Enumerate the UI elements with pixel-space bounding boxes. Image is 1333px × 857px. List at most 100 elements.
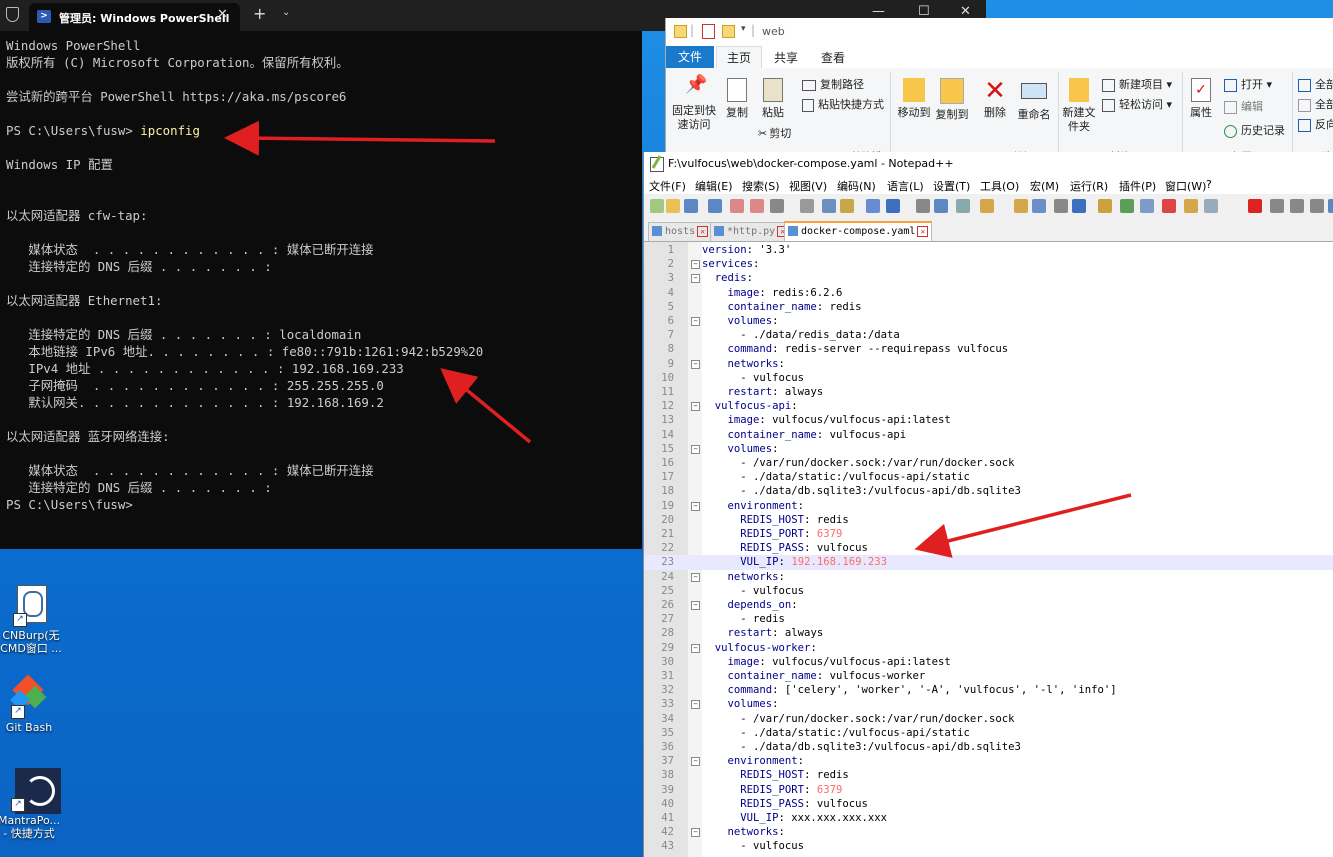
tab-docker-compose[interactable]: docker-compose.yaml ✕: [784, 221, 933, 241]
toolbar-button-icon[interactable]: [750, 199, 764, 213]
select-none-button[interactable]: 全部: [1298, 96, 1333, 112]
toolbar-button-icon[interactable]: [1032, 199, 1046, 213]
menu-item[interactable]: 宏(M): [1030, 178, 1059, 194]
toolbar-button-icon[interactable]: [1184, 199, 1198, 213]
fold-toggle-icon[interactable]: −: [691, 757, 700, 767]
toolbar-button-icon[interactable]: [1328, 199, 1333, 213]
fold-toggle-icon[interactable]: −: [691, 643, 700, 653]
fold-toggle-icon[interactable]: −: [691, 260, 700, 270]
easy-access-button[interactable]: 轻松访问 ▾: [1102, 96, 1172, 112]
toolbar-button-icon[interactable]: [956, 199, 970, 213]
copy-to-button[interactable]: 复制到: [934, 78, 970, 122]
explorer-window[interactable]: | ▾ | web 文件 主页 共享 查看 📌 固定到快速访问 复制 粘贴 复制…: [665, 18, 1333, 163]
toolbar-button-icon[interactable]: [1072, 199, 1086, 213]
history-button[interactable]: 历史记录: [1224, 122, 1285, 138]
tab-view[interactable]: 查看: [821, 49, 845, 66]
close-tab-icon[interactable]: ✕: [697, 225, 709, 237]
toolbar-button-icon[interactable]: [770, 199, 784, 213]
menu-item[interactable]: 运行(R): [1070, 178, 1108, 194]
paste-button[interactable]: 粘贴: [758, 78, 788, 120]
toolbar-button-icon[interactable]: [666, 199, 680, 213]
menu-item[interactable]: ?: [1206, 178, 1212, 191]
desktop-icon-git-bash[interactable]: ↗ Git Bash: [0, 674, 62, 734]
toolbar-button-icon[interactable]: [1204, 199, 1218, 213]
tab-file[interactable]: 文件: [666, 46, 715, 68]
toolbar-button-icon[interactable]: [1270, 199, 1284, 213]
toolbar-button-icon[interactable]: [1290, 199, 1304, 213]
menu-item[interactable]: 设置(T): [933, 178, 970, 194]
menu-item[interactable]: 插件(P): [1119, 178, 1156, 194]
toolbar-button-icon[interactable]: [1054, 199, 1068, 213]
new-item-button[interactable]: 新建项目 ▾: [1102, 76, 1172, 92]
fold-toggle-icon[interactable]: −: [691, 572, 700, 582]
tab-http-py[interactable]: *http.py ✕: [710, 222, 793, 241]
menu-item[interactable]: 搜索(S): [742, 178, 780, 194]
dropdown-icon[interactable]: ▾: [741, 24, 746, 34]
toolbar-button-icon[interactable]: [980, 199, 994, 213]
close-tab-icon[interactable]: ✕: [217, 7, 228, 22]
toolbar-button-icon[interactable]: [916, 199, 930, 213]
fold-toggle-icon[interactable]: −: [691, 317, 700, 326]
rename-button[interactable]: 重命名: [1016, 78, 1052, 122]
properties-icon[interactable]: [702, 24, 715, 39]
pin-quick-access-button[interactable]: 📌 固定到快速访问: [670, 76, 718, 132]
toolbar-button-icon[interactable]: [822, 199, 836, 213]
new-tab-icon[interactable]: +: [253, 4, 266, 23]
toolbar-button-icon[interactable]: [866, 199, 880, 213]
fold-toggle-icon[interactable]: −: [691, 402, 700, 412]
toolbar-button-icon[interactable]: [886, 199, 900, 213]
fold-toggle-icon[interactable]: −: [691, 359, 700, 369]
toolbar-button-icon[interactable]: [1310, 199, 1324, 213]
cut-button[interactable]: ✂ 剪切: [758, 125, 791, 141]
new-folder-button[interactable]: 新建文件夹: [1062, 78, 1096, 134]
toolbar-button-icon[interactable]: [1162, 199, 1176, 213]
menu-item[interactable]: 视图(V): [789, 178, 827, 194]
toolbar-button-icon[interactable]: [1120, 199, 1134, 213]
menu-item[interactable]: 语言(L): [887, 178, 924, 194]
menu-item[interactable]: 工具(O): [980, 178, 1019, 194]
delete-button[interactable]: ✕ 删除: [980, 78, 1010, 120]
chevron-down-icon[interactable]: ⌄: [282, 7, 290, 18]
close-tab-icon[interactable]: ✕: [917, 225, 929, 237]
close-window-icon[interactable]: ✕: [960, 4, 971, 19]
toolbar-button-icon[interactable]: [684, 199, 698, 213]
toolbar-button-icon[interactable]: [1098, 199, 1112, 213]
terminal-tab[interactable]: > 管理员: Windows PowerShell ✕: [29, 3, 240, 31]
desktop-icon-cnburp[interactable]: ↗ CNBurp(无CMD窗口 ...: [0, 583, 64, 655]
menu-item[interactable]: 文件(F): [649, 178, 686, 194]
fold-toggle-icon[interactable]: −: [691, 828, 700, 838]
toolbar-button-icon[interactable]: [840, 199, 854, 213]
invert-selection-button[interactable]: 反向: [1298, 116, 1333, 132]
maximize-icon[interactable]: ☐: [918, 4, 930, 19]
fold-toggle-icon[interactable]: −: [691, 700, 700, 710]
fold-toggle-icon[interactable]: −: [691, 274, 700, 284]
properties-button[interactable]: ✓ 属性: [1186, 78, 1216, 120]
copy-path-button[interactable]: 复制路径: [802, 76, 864, 92]
tab-share[interactable]: 共享: [774, 49, 798, 66]
toolbar-button-icon[interactable]: [1140, 199, 1154, 213]
fold-toggle-icon[interactable]: −: [691, 444, 700, 454]
desktop-icon-mantra[interactable]: ↗ MantraPo... - 快捷方式: [0, 768, 62, 840]
minimize-icon[interactable]: —: [872, 4, 885, 19]
open-button[interactable]: 打开 ▾: [1224, 76, 1272, 92]
new-folder-icon[interactable]: [722, 25, 735, 38]
fold-toggle-icon[interactable]: −: [691, 601, 700, 610]
paste-shortcut-button[interactable]: 粘贴快捷方式: [802, 96, 884, 112]
move-to-button[interactable]: 移动到: [896, 78, 932, 120]
copy-button[interactable]: 复制: [722, 78, 752, 120]
select-all-button[interactable]: 全部: [1298, 76, 1333, 92]
fold-toggle-icon[interactable]: −: [691, 501, 700, 511]
edit-button[interactable]: 编辑: [1224, 98, 1263, 114]
code-editor[interactable]: 1 version: '3.3' 2− services: 3− redis: 4 ima…: [644, 242, 1333, 857]
toolbar-button-icon[interactable]: [1014, 199, 1028, 213]
menu-item[interactable]: 窗口(W): [1165, 178, 1206, 194]
toolbar-button-icon[interactable]: [708, 199, 722, 213]
toolbar-button-icon[interactable]: [650, 199, 664, 213]
tab-home[interactable]: 主页: [716, 46, 763, 69]
menu-item[interactable]: 编码(N): [837, 178, 876, 194]
toolbar-button-icon[interactable]: [800, 199, 814, 213]
menu-item[interactable]: 编辑(E): [695, 178, 733, 194]
tab-hosts[interactable]: hosts ✕: [648, 222, 713, 241]
notepadpp-window[interactable]: F:\vulfocus\web\docker-compose.yaml - No…: [643, 152, 1333, 857]
toolbar-button-icon[interactable]: [730, 199, 744, 213]
